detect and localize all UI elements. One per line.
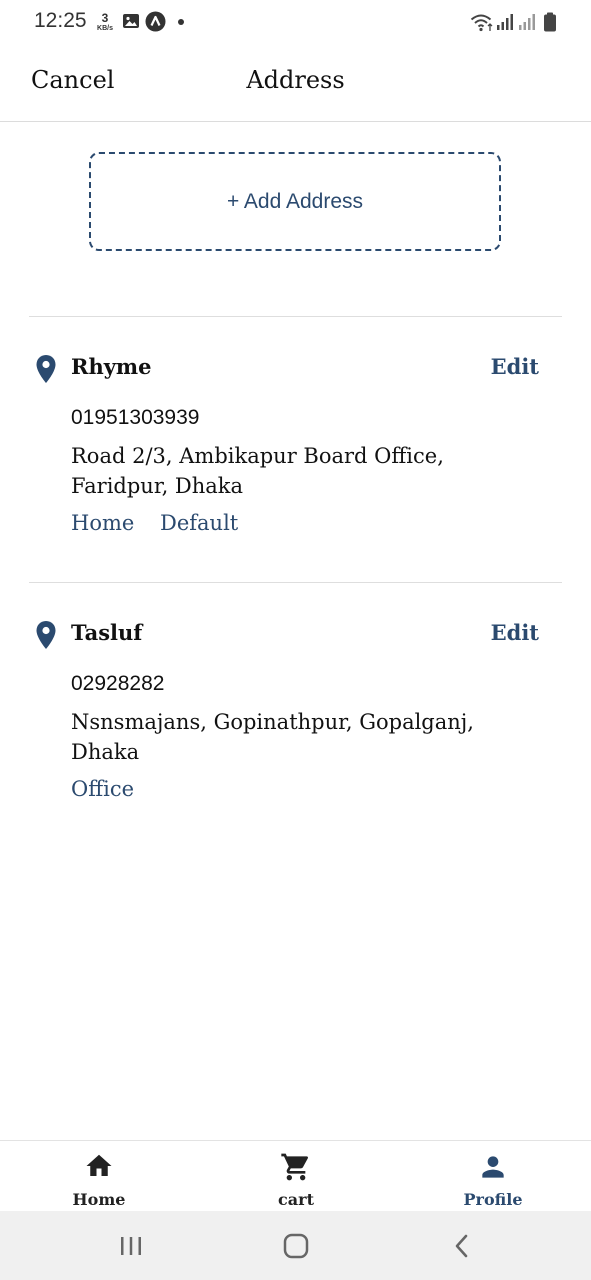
net-speed: 3 KB/s (94, 12, 116, 32)
signal-icon (497, 14, 513, 30)
address-tag-label: Home (71, 511, 135, 535)
address-phone: 02928282 (71, 672, 165, 695)
app-a-icon (145, 11, 166, 32)
wifi-icon (470, 14, 493, 32)
address-tag-label: Office (71, 777, 135, 801)
notification-dot (178, 19, 184, 25)
edit-address-button[interactable]: Edit (491, 354, 539, 379)
signal-2-icon (519, 14, 535, 30)
address-phone: 01951303939 (71, 406, 200, 429)
location-pin-icon (36, 355, 56, 383)
address-card: Rhyme Edit 01951303939 Road 2/3, Ambikap… (0, 317, 591, 582)
location-pin-icon (36, 621, 56, 649)
address-text: Road 2/3, Ambikapur Board Office, Faridp… (71, 444, 444, 498)
net-speed-value: 3 (101, 11, 109, 25)
person-icon (482, 1156, 504, 1178)
nav-profile-label: Profile (463, 1190, 523, 1209)
nav-cart[interactable]: cart (226, 1141, 366, 1212)
address-text: Nsnsmajans, Gopinathpur, Gopalganj, Dhak… (71, 710, 474, 764)
address-name: Rhyme (71, 354, 152, 379)
cart-icon (281, 1153, 309, 1181)
home-button-icon[interactable] (283, 1231, 309, 1261)
nav-profile[interactable]: Profile (423, 1141, 563, 1212)
app-header: Cancel Address (0, 44, 591, 122)
system-nav-bar (0, 1211, 591, 1280)
nav-cart-label: cart (278, 1190, 314, 1209)
edit-address-button[interactable]: Edit (491, 620, 539, 645)
net-speed-unit: KB/s (97, 25, 113, 32)
status-time: 12:25 (34, 9, 87, 32)
home-icon (86, 1154, 112, 1176)
recent-apps-icon[interactable] (119, 1231, 143, 1261)
battery-icon (544, 12, 556, 32)
address-name: Tasluf (71, 620, 143, 645)
nav-home-label: Home (72, 1190, 126, 1209)
page-title: Address (246, 66, 345, 94)
back-icon[interactable] (452, 1231, 472, 1261)
status-bar: 12:25 3 KB/s (0, 0, 591, 44)
nav-home[interactable]: Home (29, 1141, 169, 1212)
image-icon (123, 14, 139, 28)
address-tag-label: Default (160, 511, 239, 535)
address-card: Tasluf Edit 02928282 Nsnsmajans, Gopinat… (0, 583, 591, 823)
add-address-button[interactable]: + Add Address (89, 152, 501, 251)
add-address-label: + Add Address (226, 189, 364, 213)
bottom-nav: Home cart Profile (0, 1140, 591, 1211)
